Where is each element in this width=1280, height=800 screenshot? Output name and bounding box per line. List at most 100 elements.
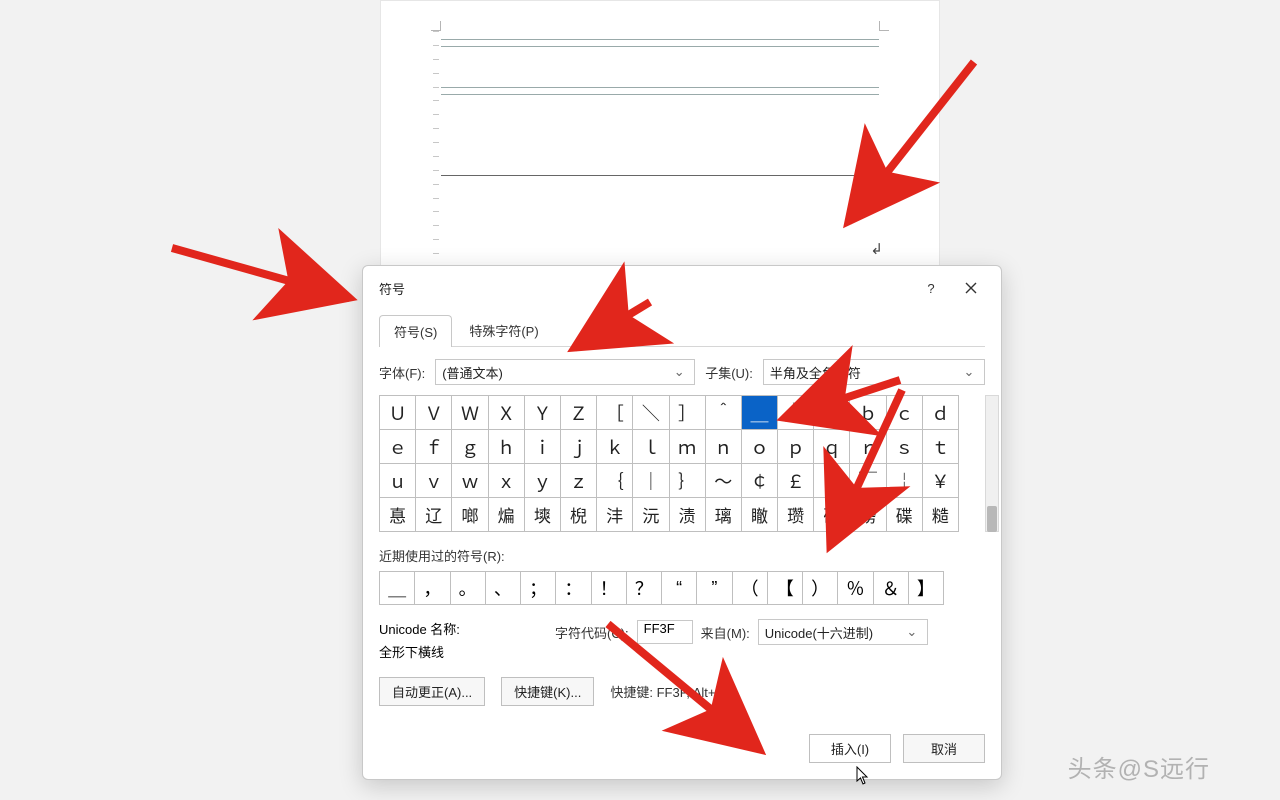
symbol-cell[interactable]: ￠ bbox=[741, 464, 777, 498]
symbol-cell[interactable]: ｘ bbox=[488, 464, 524, 498]
symbol-cell[interactable]: ｕ bbox=[380, 464, 416, 498]
recent-symbol[interactable]: ！ bbox=[591, 571, 627, 605]
recent-symbol[interactable]: ） bbox=[802, 571, 838, 605]
symbol-cell[interactable]: ｑ bbox=[814, 430, 850, 464]
help-button[interactable]: ? bbox=[911, 274, 951, 302]
symbol-cell[interactable]: ｛ bbox=[597, 464, 633, 498]
from-label: 来自(M): bbox=[701, 623, 750, 642]
symbol-cell[interactable]: ｜ bbox=[633, 464, 669, 498]
symbol-cell[interactable]: ￡ bbox=[778, 464, 814, 498]
symbol-cell[interactable]: 棿 bbox=[560, 498, 596, 532]
symbol-cell[interactable]: ｃ bbox=[886, 396, 922, 430]
recent-symbol[interactable]: ， bbox=[414, 571, 450, 605]
symbol-cell[interactable]: ｄ bbox=[922, 396, 958, 430]
symbol-cell[interactable]: Ｙ bbox=[524, 396, 560, 430]
symbol-cell[interactable]: ｒ bbox=[850, 430, 886, 464]
symbol-cell[interactable]: 塽 bbox=[524, 498, 560, 532]
symbol-cell[interactable]: ｖ bbox=[416, 464, 452, 498]
tab-special-chars[interactable]: 特殊字符(P) bbox=[454, 314, 553, 346]
symbol-cell[interactable]: ｂ bbox=[850, 396, 886, 430]
symbol-cell[interactable]: ￤ bbox=[886, 464, 922, 498]
shortcut-button[interactable]: 快捷键(K)... bbox=[501, 677, 594, 706]
document-page: ↲ bbox=[380, 0, 940, 270]
symbol-cell[interactable]: ｓ bbox=[886, 430, 922, 464]
recent-symbol[interactable]: ： bbox=[555, 571, 591, 605]
symbol-cell[interactable]: ｍ bbox=[669, 430, 705, 464]
symbol-cell[interactable]: 糙 bbox=[922, 498, 958, 532]
symbol-cell[interactable]: Ｚ bbox=[560, 396, 596, 430]
symbol-cell[interactable]: Ｗ bbox=[452, 396, 488, 430]
recent-symbol[interactable]: ？ bbox=[626, 571, 662, 605]
symbol-cell[interactable]: 啷 bbox=[452, 498, 488, 532]
symbol-cell[interactable]: 碟 bbox=[886, 498, 922, 532]
tab-symbols[interactable]: 符号(S) bbox=[379, 315, 452, 347]
symbol-cell[interactable]: ～ bbox=[705, 464, 741, 498]
symbol-cell[interactable]: ｌ bbox=[633, 430, 669, 464]
grid-scrollbar[interactable] bbox=[985, 395, 999, 532]
symbol-cell[interactable]: 璃 bbox=[705, 498, 741, 532]
symbol-cell[interactable]: 惪 bbox=[380, 498, 416, 532]
symbol-cell[interactable]: 沣 bbox=[597, 498, 633, 532]
insert-button[interactable]: 插入(I) bbox=[809, 734, 891, 763]
recent-symbol[interactable]: 【 bbox=[767, 571, 803, 605]
symbol-cell[interactable]: ｈ bbox=[488, 430, 524, 464]
symbol-cell[interactable]: 瓒 bbox=[778, 498, 814, 532]
symbol-cell[interactable]: ｊ bbox=[560, 430, 596, 464]
symbol-cell[interactable]: 沅 bbox=[633, 498, 669, 532]
symbol-cell[interactable]: ｏ bbox=[741, 430, 777, 464]
recent-symbol[interactable]: 】 bbox=[908, 571, 944, 605]
symbol-cell[interactable]: ｐ bbox=[778, 430, 814, 464]
recent-symbol[interactable]: ％ bbox=[837, 571, 873, 605]
symbol-cell[interactable]: ｚ bbox=[560, 464, 596, 498]
symbol-cell[interactable]: ｀ bbox=[778, 396, 814, 430]
subset-select[interactable]: 半角及全角字符 ⌄ bbox=[763, 359, 985, 385]
symbol-cell[interactable]: 渍 bbox=[669, 498, 705, 532]
font-select[interactable]: (普通文本) ⌄ bbox=[435, 359, 695, 385]
chevron-down-icon: ⌄ bbox=[670, 364, 688, 380]
symbol-cell[interactable]: 辽 bbox=[416, 498, 452, 532]
symbol-cell[interactable]: 煸 bbox=[488, 498, 524, 532]
symbol-cell[interactable]: ａ bbox=[814, 396, 850, 430]
recent-symbol[interactable]: “ bbox=[661, 571, 697, 605]
symbol-cell[interactable]: ｅ bbox=[380, 430, 416, 464]
dialog-titlebar: 符号 ? bbox=[363, 266, 1001, 310]
symbol-cell[interactable]: ｝ bbox=[669, 464, 705, 498]
recent-symbol[interactable]: ＿ bbox=[379, 571, 415, 605]
close-button[interactable] bbox=[951, 274, 991, 302]
recent-symbol[interactable]: ＆ bbox=[873, 571, 909, 605]
symbol-cell[interactable]: ｋ bbox=[597, 430, 633, 464]
from-select[interactable]: Unicode(十六进制) ⌄ bbox=[758, 619, 928, 645]
symbol-cell[interactable]: ｙ bbox=[524, 464, 560, 498]
symbol-cell[interactable]: ］ bbox=[669, 396, 705, 430]
symbol-cell[interactable]: ￢ bbox=[814, 464, 850, 498]
symbol-cell[interactable]: 碍 bbox=[814, 498, 850, 532]
autocorrect-button[interactable]: 自动更正(A)... bbox=[379, 677, 485, 706]
symbol-cell[interactable]: ＾ bbox=[705, 396, 741, 430]
symbol-cell[interactable]: ｆ bbox=[416, 430, 452, 464]
symbol-cell[interactable]: ［ bbox=[597, 396, 633, 430]
symbol-cell[interactable]: ｇ bbox=[452, 430, 488, 464]
symbol-cell[interactable]: Ｘ bbox=[488, 396, 524, 430]
recent-symbol[interactable]: ； bbox=[520, 571, 556, 605]
charcode-input[interactable]: FF3F bbox=[637, 620, 693, 644]
symbol-cell[interactable]: 磅 bbox=[850, 498, 886, 532]
symbol-cell[interactable]: ￣ bbox=[850, 464, 886, 498]
symbol-cell[interactable]: ｔ bbox=[922, 430, 958, 464]
font-label: 字体(F): bbox=[379, 363, 425, 382]
symbol-cell[interactable]: Ｕ bbox=[380, 396, 416, 430]
recent-symbol[interactable]: 。 bbox=[450, 571, 486, 605]
symbol-cell[interactable]: Ｖ bbox=[416, 396, 452, 430]
symbol-cell[interactable]: ｗ bbox=[452, 464, 488, 498]
symbol-cell[interactable]: ￥ bbox=[922, 464, 958, 498]
cancel-button[interactable]: 取消 bbox=[903, 734, 985, 763]
recent-symbol[interactable]: （ bbox=[732, 571, 768, 605]
symbol-cell[interactable]: ＿ bbox=[741, 396, 777, 430]
symbol-cell[interactable]: ｉ bbox=[524, 430, 560, 464]
chevron-down-icon: ⌄ bbox=[960, 364, 978, 380]
recent-symbol[interactable]: ” bbox=[696, 571, 732, 605]
symbol-cell[interactable]: 瞮 bbox=[741, 498, 777, 532]
symbol-cell[interactable]: ｎ bbox=[705, 430, 741, 464]
scrollbar-thumb[interactable] bbox=[987, 506, 997, 532]
recent-symbol[interactable]: 、 bbox=[485, 571, 521, 605]
symbol-cell[interactable]: ＼ bbox=[633, 396, 669, 430]
